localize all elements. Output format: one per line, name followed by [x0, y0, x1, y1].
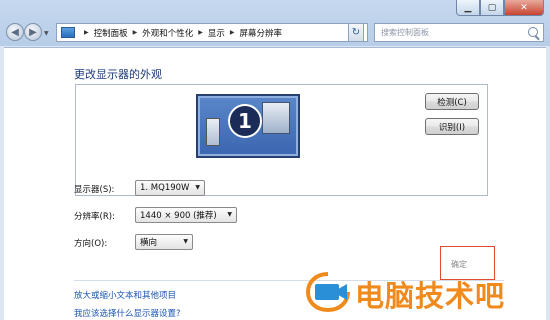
- chevron-down-icon: ▼: [227, 211, 232, 218]
- resolution-select-value: 1440 × 900 (推荐): [140, 211, 217, 221]
- breadcrumb-separator-icon[interactable]: ▶: [133, 29, 138, 36]
- forward-arrow-icon: ▶: [29, 26, 37, 38]
- orientation-label: 方向(O):: [74, 239, 108, 249]
- display-settings-help-link[interactable]: 我应该选择什么显示器设置?: [74, 307, 181, 319]
- address-bar[interactable]: ▶ 控制面板 ▶ 外观和个性化 ▶ 显示 ▶ 屏幕分辨率 ▼: [56, 23, 368, 42]
- minimize-button[interactable]: ▁: [456, 0, 480, 16]
- search-icon[interactable]: [528, 27, 538, 37]
- close-button[interactable]: ✕: [504, 0, 544, 16]
- breadcrumb-screen-resolution[interactable]: 屏幕分辨率: [240, 27, 283, 39]
- orientation-select-value: 横向: [140, 238, 158, 248]
- monitor-taskbar-graphic: [206, 118, 220, 146]
- monitor-window-graphic: [262, 102, 290, 134]
- resolution-select[interactable]: 1440 × 900 (推荐) ▼: [135, 207, 237, 223]
- back-arrow-icon: ◀: [11, 26, 19, 38]
- maximize-button[interactable]: ▢: [480, 0, 504, 16]
- breadcrumb-separator-icon[interactable]: ▶: [84, 29, 89, 36]
- refresh-icon: ↻: [351, 27, 361, 38]
- orientation-select[interactable]: 横向 ▼: [135, 234, 193, 250]
- display-select-value: 1. MQ190W: [140, 183, 190, 193]
- breadcrumb: ▶ 控制面板 ▶ 外观和个性化 ▶ 显示 ▶ 屏幕分辨率: [79, 27, 282, 39]
- watermark-text: 电脑技术吧: [355, 279, 506, 313]
- breadcrumb-separator-icon[interactable]: ▶: [198, 29, 203, 36]
- identify-button[interactable]: 识别(I): [425, 118, 479, 135]
- breadcrumb-separator-icon[interactable]: ▶: [230, 29, 235, 36]
- control-panel-window: ▁ ▢ ✕ ◀ ▶ ▼ ▶ 控制面板 ▶ 外观和个性化 ▶ 显示 ▶ 屏幕分辨率…: [0, 0, 550, 320]
- back-button[interactable]: ◀: [6, 23, 24, 41]
- chevron-down-icon: ▼: [183, 238, 188, 245]
- maximize-icon: ▢: [487, 2, 497, 13]
- breadcrumb-appearance[interactable]: 外观和个性化: [142, 27, 193, 39]
- monitor-number-badge: 1: [228, 104, 262, 138]
- breadcrumb-control-panel[interactable]: 控制面板: [94, 27, 128, 39]
- history-dropdown-icon[interactable]: ▼: [44, 30, 49, 37]
- navigation-bar: ◀ ▶ ▼ ▶ 控制面板 ▶ 外观和个性化 ▶ 显示 ▶ 屏幕分辨率 ▼ ↻ 搜…: [4, 22, 546, 44]
- refresh-button[interactable]: ↻: [348, 23, 364, 42]
- monitor-1-thumbnail[interactable]: 1: [196, 94, 300, 158]
- search-placeholder: 搜索控制面板: [381, 28, 429, 37]
- display-label: 显示器(S):: [74, 185, 115, 195]
- text-size-link[interactable]: 放大或缩小文本和其他项目: [74, 289, 176, 301]
- resolution-label: 分辨率(R):: [74, 212, 115, 222]
- control-panel-icon: [61, 27, 75, 38]
- caption-buttons: ▁ ▢ ✕: [456, 0, 544, 16]
- chevron-down-icon: ▼: [195, 184, 200, 191]
- detect-button[interactable]: 检测(C): [425, 93, 479, 110]
- page-title: 更改显示器的外观: [74, 68, 162, 81]
- search-input[interactable]: 搜索控制面板: [374, 23, 544, 42]
- close-icon: ✕: [520, 2, 528, 13]
- watermark: 电脑技术吧: [305, 268, 550, 316]
- breadcrumb-display[interactable]: 显示: [208, 27, 225, 39]
- forward-button[interactable]: ▶: [24, 23, 42, 41]
- display-select[interactable]: 1. MQ190W ▼: [135, 180, 205, 196]
- watermark-logo-icon: [305, 272, 350, 312]
- minimize-icon: ▁: [464, 2, 472, 13]
